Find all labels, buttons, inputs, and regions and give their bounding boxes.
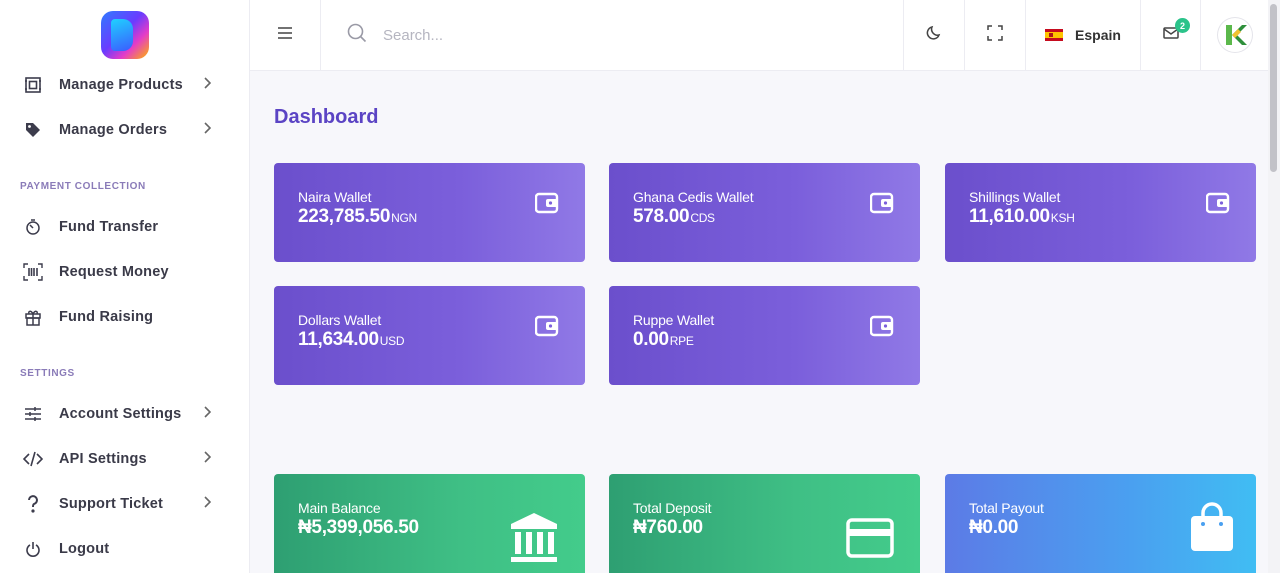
page-title: Dashboard (274, 106, 379, 128)
fullscreen-button[interactable] (965, 0, 1026, 70)
sidebar-item-label: Logout (59, 540, 110, 557)
sidebar-item-support-ticket[interactable]: Support Ticket (0, 481, 249, 526)
power-icon (22, 538, 44, 560)
sidebar-item-label: Request Money (59, 263, 169, 280)
stat-card-total-payout[interactable]: Total Payout ₦0.00 (945, 474, 1256, 573)
scrollbar-thumb[interactable] (1270, 4, 1277, 172)
wallet-label: Ruppe Wallet (633, 312, 715, 328)
sidebar-nav: Manage Products Manage Orders PAYMENT CO… (0, 62, 249, 571)
avatar (1217, 18, 1252, 52)
frame-icon (22, 74, 44, 96)
language-selector[interactable]: Espain (1026, 0, 1141, 70)
hamburger-icon (277, 26, 293, 45)
wallet-label: Dollars Wallet (298, 312, 382, 328)
question-icon (22, 493, 44, 515)
chevron-right-icon (203, 121, 212, 139)
language-label: Espain (1075, 27, 1121, 43)
wallet-icon (870, 315, 894, 337)
wallet-icon (535, 315, 559, 337)
timer-icon (22, 216, 44, 238)
sidebar-item-label: Manage Products (59, 76, 183, 93)
sidebar-item-logout[interactable]: Logout (0, 526, 249, 571)
section-title-settings: SETTINGS (20, 368, 75, 379)
wallet-balance: 223,785.50NGN (298, 206, 561, 228)
bank-icon (511, 513, 557, 562)
chevron-right-icon (203, 76, 212, 94)
wallet-amount: 0.00 (633, 329, 669, 350)
search-bar (321, 0, 904, 70)
wallet-card-ghana-cedis[interactable]: Ghana Cedis Wallet 578.00CDS (609, 163, 920, 262)
wallet-icon (535, 192, 559, 214)
user-menu[interactable] (1201, 0, 1268, 70)
barcode-icon (22, 261, 44, 283)
chevron-right-icon (203, 495, 212, 513)
wallet-currency: KSH (1050, 211, 1075, 225)
wallet-card-ruppe[interactable]: Ruppe Wallet 0.00RPE (609, 286, 920, 385)
spain-flag-icon (1045, 29, 1064, 41)
k-logo-icon (1225, 25, 1247, 45)
mail-button[interactable]: 2 (1141, 0, 1201, 70)
shopping-bag-icon (1191, 502, 1233, 551)
fullscreen-icon (987, 24, 1003, 46)
app-logo[interactable] (100, 11, 149, 59)
wallet-card-shillings[interactable]: Shillings Wallet 11,610.00KSH (945, 163, 1256, 262)
credit-card-icon (846, 518, 894, 558)
stat-card-total-deposit[interactable]: Total Deposit ₦760.00 (609, 474, 920, 573)
wallet-label: Ghana Cedis Wallet (633, 189, 754, 205)
topbar: Espain 2 (250, 0, 1268, 71)
mail-count-badge: 2 (1175, 18, 1190, 33)
code-icon (22, 448, 44, 470)
sidebar-item-api-settings[interactable]: API Settings (0, 436, 249, 481)
wallet-balance: 578.00CDS (633, 206, 896, 228)
chevron-right-icon (203, 405, 212, 423)
page-scrollbar[interactable] (1268, 0, 1280, 573)
sidebar-item-fund-raising[interactable]: Fund Raising (0, 294, 249, 339)
chevron-right-icon (203, 450, 212, 468)
sidebar-item-fund-transfer[interactable]: Fund Transfer (0, 204, 249, 249)
wallet-balance: 11,610.00KSH (969, 206, 1232, 228)
sidebar-item-label: Support Ticket (59, 495, 164, 512)
sidebar-item-label: API Settings (59, 450, 147, 467)
wallet-amount: 11,634.00 (298, 329, 379, 350)
wallet-currency: CDS (690, 211, 715, 225)
sidebar-item-label: Fund Transfer (59, 218, 159, 235)
wallet-balance: 0.00RPE (633, 329, 896, 351)
wallet-balance: 11,634.00USD (298, 329, 561, 351)
sidebar-item-manage-orders[interactable]: Manage Orders (0, 107, 249, 152)
logo-area (0, 0, 249, 70)
tag-icon (22, 119, 44, 141)
wallet-icon (870, 192, 894, 214)
wallet-label: Shillings Wallet (969, 189, 1061, 205)
wallet-amount: 578.00 (633, 206, 690, 227)
wallet-currency: NGN (391, 211, 417, 225)
section-title-payment: PAYMENT COLLECTION (20, 181, 146, 192)
wallet-card-naira[interactable]: Naira Wallet 223,785.50NGN (274, 163, 585, 262)
search-icon (347, 23, 367, 48)
stat-label: Total Deposit (633, 500, 712, 516)
sidebar-item-label: Manage Orders (59, 121, 168, 138)
sidebar-item-request-money[interactable]: Request Money (0, 249, 249, 294)
moon-icon (926, 25, 942, 46)
wallet-card-dollars[interactable]: Dollars Wallet 11,634.00USD (274, 286, 585, 385)
sliders-icon (22, 403, 44, 425)
sidebar-item-label: Account Settings (59, 405, 182, 422)
gift-icon (22, 306, 44, 328)
menu-toggle-button[interactable] (250, 0, 321, 70)
wallet-label: Naira Wallet (298, 189, 372, 205)
sidebar-item-label: Fund Raising (59, 308, 154, 325)
wallet-currency: RPE (669, 334, 694, 348)
search-input[interactable] (383, 26, 783, 44)
dark-mode-toggle[interactable] (904, 0, 965, 70)
wallet-amount: 223,785.50 (298, 206, 391, 227)
sidebar-item-account-settings[interactable]: Account Settings (0, 391, 249, 436)
wallet-amount: 11,610.00 (969, 206, 1050, 227)
wallet-currency: USD (379, 334, 405, 348)
sidebar: Manage Products Manage Orders PAYMENT CO… (0, 0, 250, 573)
stat-card-main-balance[interactable]: Main Balance ₦5,399,056.50 (274, 474, 585, 573)
wallet-icon (1206, 192, 1230, 214)
